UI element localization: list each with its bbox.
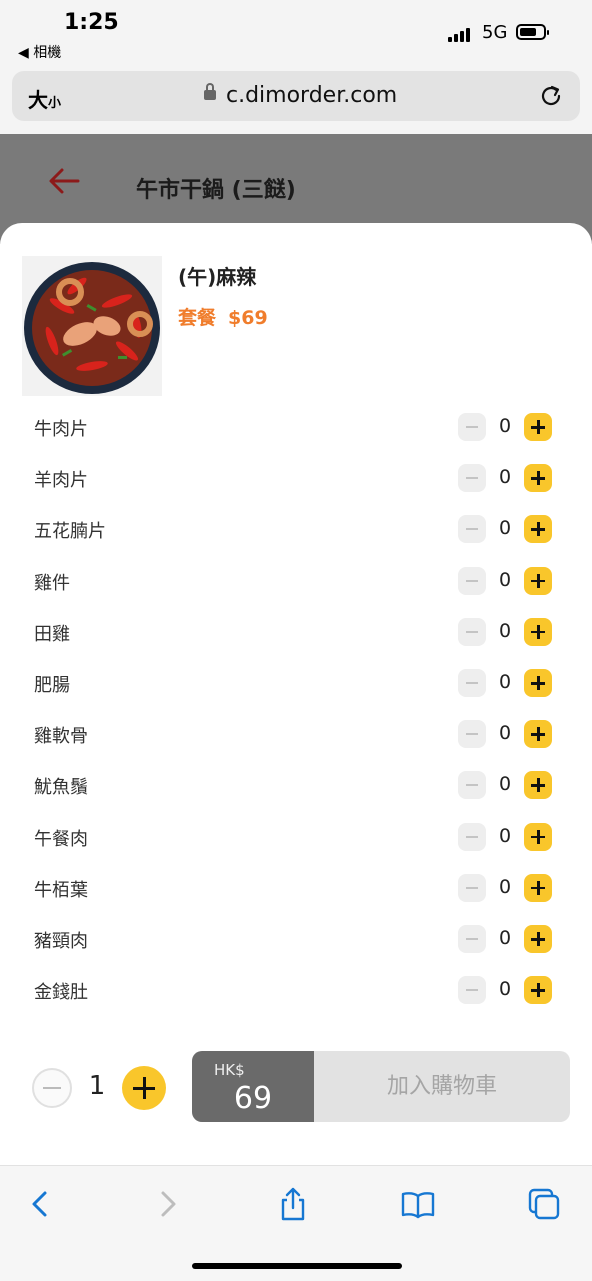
- option-decrease-button[interactable]: [458, 464, 486, 493]
- option-row: 雞軟骨 0: [0, 714, 592, 754]
- add-to-cart-bar[interactable]: HK$ 69 加入購物車: [192, 1051, 570, 1122]
- option-decrease-button[interactable]: [458, 413, 486, 441]
- option-label: 雞軟骨: [34, 726, 88, 748]
- option-row: 魷魚鬚 0: [0, 765, 592, 805]
- reload-icon[interactable]: [538, 83, 564, 109]
- option-increase-button[interactable]: [524, 771, 552, 800]
- option-decrease-button[interactable]: [458, 976, 486, 1005]
- option-increase-button[interactable]: [524, 720, 552, 749]
- cart-total: 69: [233, 1081, 273, 1116]
- lock-icon: [204, 83, 216, 100]
- option-row: 午餐肉 0: [0, 817, 592, 857]
- dish-image: [22, 256, 162, 396]
- option-increase-button[interactable]: [524, 617, 552, 646]
- option-decrease-button[interactable]: [458, 515, 486, 544]
- option-label: 羊肉片: [34, 470, 88, 492]
- dish-option-sheet: (午)麻辣 套餐 $69 牛肉片 0 羊肉片 0 五花腩片 0 雞件 0 田雞 0 肥腸 0 雞軟骨 0 魷魚…: [0, 223, 592, 1165]
- option-row: 牛栢葉 0: [0, 868, 592, 908]
- back-arrow-icon[interactable]: [44, 164, 84, 198]
- url-text[interactable]: c.dimorder.com: [226, 83, 397, 108]
- option-quantity: 0: [498, 619, 512, 642]
- dish-name: (午)麻辣: [178, 265, 257, 289]
- option-increase-button[interactable]: [524, 515, 552, 544]
- forward-icon[interactable]: [150, 1186, 186, 1222]
- address-bar[interactable]: 大小 c.dimorder.com: [12, 71, 580, 121]
- option-label: 牛栢葉: [34, 879, 88, 901]
- option-label: 肥腸: [34, 675, 70, 696]
- signal-icon: [448, 26, 476, 42]
- option-quantity: 0: [498, 824, 512, 847]
- option-quantity: 0: [498, 927, 512, 949]
- option-row: 五花腩片 0: [0, 509, 592, 549]
- share-icon[interactable]: [275, 1186, 311, 1222]
- cart-currency: HK$: [214, 1061, 245, 1079]
- option-label: 五花腩片: [34, 521, 106, 543]
- option-row: 雞件 0: [0, 561, 592, 601]
- option-row: 肥腸 0: [0, 663, 592, 703]
- quantity-value: 1: [88, 1071, 106, 1101]
- back-icon[interactable]: [22, 1186, 58, 1222]
- option-decrease-button[interactable]: [458, 822, 486, 851]
- option-decrease-button[interactable]: [458, 873, 486, 902]
- option-label: 雞件: [34, 572, 70, 594]
- network-label: 5G: [482, 22, 508, 43]
- battery-icon: [516, 24, 549, 40]
- quantity-decrease-button[interactable]: [32, 1068, 72, 1108]
- option-label: 魷魚鬚: [34, 777, 88, 799]
- option-quantity: 0: [498, 415, 512, 437]
- option-label: 金錢肚: [34, 982, 88, 1004]
- option-decrease-button[interactable]: [458, 669, 486, 697]
- option-row: 田雞 0: [0, 612, 592, 652]
- option-quantity: 0: [498, 773, 512, 796]
- option-increase-button[interactable]: [524, 822, 552, 851]
- option-row: 羊肉片 0: [0, 458, 592, 498]
- option-row: 牛肉片 0: [0, 407, 592, 447]
- option-decrease-button[interactable]: [458, 617, 486, 646]
- status-time: 1:25: [64, 10, 119, 35]
- option-increase-button[interactable]: [524, 925, 552, 953]
- option-label: 田雞: [34, 623, 70, 645]
- option-decrease-button[interactable]: [458, 720, 486, 749]
- option-quantity: 0: [498, 875, 512, 898]
- quantity-increase-button[interactable]: [122, 1066, 166, 1110]
- option-decrease-button[interactable]: [458, 566, 486, 595]
- option-quantity: 0: [498, 671, 512, 693]
- text-size-button[interactable]: 大小: [28, 84, 61, 113]
- option-decrease-button[interactable]: [458, 771, 486, 800]
- option-decrease-button[interactable]: [458, 925, 486, 953]
- back-to-app-link[interactable]: ◀ 相機: [18, 42, 61, 62]
- tabs-icon[interactable]: [526, 1186, 562, 1222]
- option-increase-button[interactable]: [524, 669, 552, 697]
- option-label: 牛肉片: [34, 419, 88, 440]
- option-quantity: 0: [498, 466, 512, 489]
- option-quantity: 0: [498, 568, 512, 591]
- option-quantity: 0: [498, 978, 512, 1001]
- browser-address-area: 大小 c.dimorder.com: [0, 64, 592, 134]
- page-title: 午市干鍋 (三餸): [136, 178, 296, 203]
- option-quantity: 0: [498, 722, 512, 745]
- bookmarks-icon[interactable]: [400, 1186, 436, 1222]
- browser-toolbar: [0, 1165, 592, 1281]
- cart-price-box: HK$ 69: [192, 1051, 314, 1122]
- dish-price: 套餐 $69: [178, 307, 268, 329]
- option-increase-button[interactable]: [524, 566, 552, 595]
- option-quantity: 0: [498, 517, 512, 540]
- option-row: 豬頸肉 0: [0, 919, 592, 959]
- option-increase-button[interactable]: [524, 976, 552, 1005]
- status-bar: 1:25 ◀ 相機 5G: [0, 0, 592, 64]
- option-increase-button[interactable]: [524, 873, 552, 902]
- option-label: 豬頸肉: [34, 931, 88, 952]
- option-row: 金錢肚 0: [0, 970, 592, 1010]
- option-increase-button[interactable]: [524, 464, 552, 493]
- add-to-cart-button[interactable]: 加入購物車: [314, 1051, 570, 1122]
- home-indicator: [192, 1263, 402, 1269]
- option-increase-button[interactable]: [524, 413, 552, 441]
- option-label: 午餐肉: [34, 828, 88, 850]
